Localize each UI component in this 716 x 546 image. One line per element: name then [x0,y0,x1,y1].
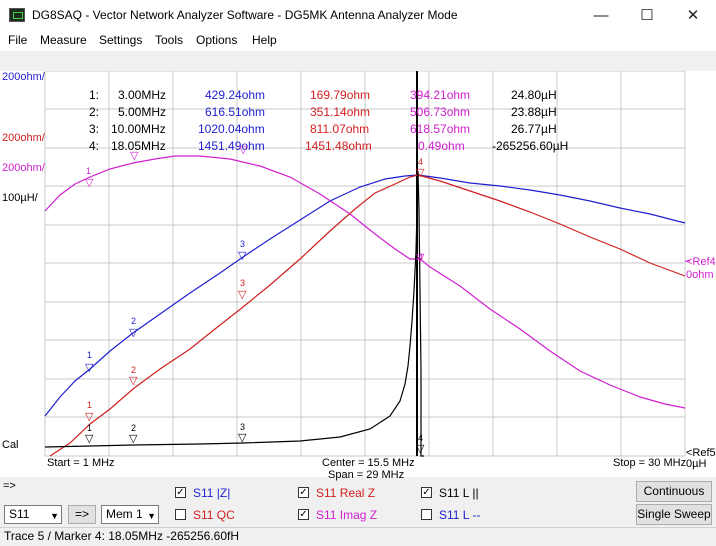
trace-marker-label: 1 [87,400,93,410]
trace-marker-label: 3 [240,239,246,249]
memory-select[interactable]: Mem 1 ▼ [101,505,159,524]
marker-freq: 3.00MHz [118,88,167,102]
marker-z: 616.51ohm [205,105,266,119]
menu-measure[interactable]: Measure [40,33,87,47]
menu-options[interactable]: Options [196,33,237,47]
scale-label-l: 100µH/ [2,192,38,204]
transfer-button[interactable]: => [68,505,96,524]
trace-marker-triangle: ▽ [130,150,139,162]
trace-label-l-parallel: S11 L || [439,486,479,500]
minimize-button[interactable]: — [578,0,624,31]
trace-checkbox-l-series[interactable] [421,509,432,520]
trace-marker-label: 1 [86,166,92,176]
menu-settings[interactable]: Settings [99,33,142,47]
memory-value: Mem 1 [106,507,143,521]
trace-checkbox-z[interactable]: ✓ [175,487,186,498]
marker-freq: 5.00MHz [118,105,167,119]
trace-marker-triangle: ▽ [129,327,138,339]
marker-real: 169.79ohm [310,88,371,102]
trace-marker-triangle: ▽ [129,375,138,387]
s-param-select[interactable]: S11 ▼ [4,505,62,524]
trace-marker-triangle: ▽ [416,252,425,264]
menu-file[interactable]: File [8,33,27,47]
marker-l: 23.88µH [511,105,557,119]
marker-l: 24.80µH [511,88,557,102]
menu-bar: File Measure Settings Tools Options Help [0,31,716,51]
marker-real: 811.07ohm [310,122,370,136]
trace-marker-label: 3 [240,278,246,288]
marker-number: 3: [89,122,100,136]
marker-imag: 394.21ohm [410,88,471,102]
panel-arrow-label: => [3,480,16,492]
scale-label-imag: 200ohm/ [2,162,45,174]
trace-marker-triangle: ▽ [239,144,248,156]
marker-l: 26.77µH [511,122,557,136]
trace-checkbox-qc[interactable] [175,509,186,520]
marker-number: 1: [89,88,100,102]
start-freq: Start = 1 MHz [47,457,115,469]
marker-l: -265256.60µH [492,139,569,153]
s-param-value: S11 [9,507,30,521]
marker-z: 1451.49ohm [198,139,265,153]
trace-marker-triangle: ▽ [238,289,247,301]
trace-marker-triangle: ▽ [129,433,138,445]
trace-marker-label: 2 [131,316,137,326]
trace-marker-triangle: ▽ [85,362,94,374]
marker-imag: 0.49ohm [418,139,465,153]
trace-marker-triangle: ▽ [416,443,425,455]
trace-marker-triangle: ▽ [85,177,94,189]
stop-freq: Stop = 30 MHz [613,457,687,469]
trace-marker-triangle: ▽ [85,433,94,445]
marker-freq: 10.00MHz [111,122,166,136]
marker-number: 4: [89,139,100,153]
marker-imag: 506.73ohm [410,105,471,119]
trace-checkbox-imag[interactable]: ✓ [298,509,309,520]
scale-label-real: 200ohm/ [2,132,45,144]
ref5-value: 0µH [686,458,707,470]
center-freq: Center = 15.5 MHz [322,457,415,469]
trace-real-z [49,174,686,457]
trace-label-qc: S11 QC [193,508,235,522]
ref4-value: 0ohm [686,269,714,281]
trace-checkbox-real[interactable]: ✓ [298,487,309,498]
control-panel: => ✓ S11 |Z| S11 QC ✓ S11 Real Z ✓ S11 I… [0,477,716,527]
window-title: DG8SAQ - Vector Network Analyzer Softwar… [32,8,458,22]
maximize-button[interactable]: ☐ [624,0,670,31]
app-icon [9,8,25,22]
trace-marker-triangle: ▽ [416,167,425,179]
trace-checkbox-l-parallel[interactable]: ✓ [421,487,432,498]
marker-real: 351.14ohm [310,105,371,119]
scale-label-z: 200ohm/ [2,71,45,83]
trace-marker-triangle: ▽ [85,411,94,423]
chevron-down-icon: ▼ [50,511,59,521]
vna-plot[interactable]: 200ohm/ 200ohm/ 200ohm/ 100µH/ Cal <Ref4… [0,71,716,481]
menu-help[interactable]: Help [252,33,277,47]
status-bar: Trace 5 / Marker 4: 18.05MHz -265256.60f… [0,527,716,546]
trace-marker-label: 1 [87,350,93,360]
marker-imag: 618.57ohm [410,122,471,136]
chevron-down-icon: ▼ [147,511,156,521]
marker-z: 429.24ohm [205,88,266,102]
trace-marker-triangle: ▽ [238,432,247,444]
status-text: Trace 5 / Marker 4: 18.05MHz -265256.60f… [4,529,239,543]
title-bar: DG8SAQ - Vector Network Analyzer Softwar… [0,0,716,31]
close-button[interactable]: ✕ [670,0,716,31]
cal-label: Cal [2,439,19,451]
trace-label-real: S11 Real Z [316,486,376,500]
single-sweep-button[interactable]: Single Sweep [636,504,712,525]
marker-real: 1451.48ohm [305,139,372,153]
trace-label-imag: S11 Imag Z [316,508,378,522]
marker-z: 1020.04ohm [198,122,265,136]
trace-label-l-series: S11 L -- [439,508,481,522]
menu-tools[interactable]: Tools [155,33,183,47]
trace-label-z: S11 |Z| [193,486,231,500]
ref4-label: <Ref4 [686,256,716,268]
marker-number: 2: [89,105,100,119]
continuous-button[interactable]: Continuous [636,481,712,502]
trace-marker-triangle: ▽ [238,250,247,262]
